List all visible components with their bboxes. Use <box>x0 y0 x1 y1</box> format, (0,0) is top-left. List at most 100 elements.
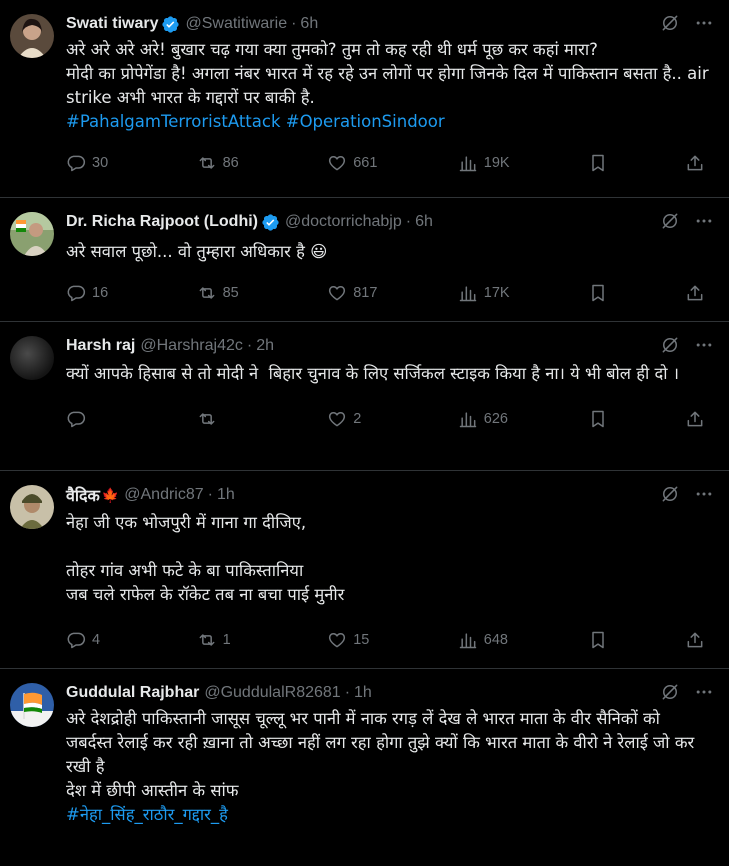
views-chart-icon <box>459 412 477 428</box>
tweet-actions: 2 626 <box>66 396 713 442</box>
reply-count: 4 <box>92 632 101 648</box>
hashtag-links[interactable]: #नेहा_सिंह_राठौर_गद्दार_है <box>66 803 713 827</box>
tweet[interactable]: Dr. Richa Rajpoot (Lodhi) @doctorrichabj… <box>0 198 729 322</box>
timestamp[interactable]: 1h <box>354 684 372 702</box>
avatar[interactable] <box>10 485 54 529</box>
author-handle[interactable]: @doctorrichabjp <box>285 213 402 231</box>
like-count: 817 <box>353 285 378 301</box>
share-button[interactable] <box>685 630 711 650</box>
tweet[interactable]: Swati tiwary @Swatitiwarie · 6h अरे अरे … <box>0 0 729 198</box>
bookmark-icon <box>592 410 605 428</box>
bookmark-button[interactable] <box>588 153 614 173</box>
share-button[interactable] <box>685 283 711 303</box>
author-name[interactable]: Harsh raj <box>66 337 135 355</box>
like-button[interactable]: 2 <box>327 409 387 429</box>
reply-icon <box>67 632 86 649</box>
repost-icon <box>199 634 215 646</box>
heart-icon <box>329 286 346 301</box>
reply-icon <box>67 155 86 172</box>
verified-badge-icon <box>161 15 180 34</box>
author-handle[interactable]: @Andric87 <box>124 486 203 504</box>
share-button[interactable] <box>685 153 711 173</box>
author-name[interactable]: वैदिक <box>66 484 100 506</box>
bookmark-button[interactable] <box>588 283 614 303</box>
reply-count: 16 <box>92 285 109 301</box>
reply-button[interactable] <box>66 409 126 429</box>
repost-count: 85 <box>222 285 239 301</box>
like-button[interactable]: 661 <box>327 153 387 173</box>
author-handle[interactable]: @Swatitiwarie <box>185 15 287 33</box>
tweet-actions: 4 1 15 648 <box>66 617 713 663</box>
like-button[interactable]: 15 <box>327 630 387 650</box>
bookmark-button[interactable] <box>588 409 614 429</box>
timestamp[interactable]: 6h <box>300 15 318 33</box>
author-name[interactable]: Guddulal Rajbhar <box>66 684 199 702</box>
reply-button[interactable]: 30 <box>66 153 126 173</box>
views-button[interactable]: 17K <box>458 283 518 303</box>
reply-button[interactable]: 16 <box>66 283 126 303</box>
views-button[interactable]: 626 <box>458 409 518 429</box>
grok-icon[interactable] <box>659 334 681 356</box>
more-options-icon[interactable] <box>693 12 715 34</box>
views-chart-icon <box>459 156 477 172</box>
author-name[interactable]: Swati tiwary <box>66 15 158 33</box>
heart-icon <box>329 633 346 648</box>
like-count: 15 <box>353 632 370 648</box>
tweet[interactable]: Guddulal Rajbhar @GuddulalR82681 · 1h अर… <box>0 669 729 866</box>
share-icon <box>687 155 703 171</box>
share-button[interactable] <box>685 409 711 429</box>
more-options-icon[interactable] <box>693 483 715 505</box>
repost-button[interactable]: 86 <box>197 153 257 173</box>
share-icon <box>687 285 703 301</box>
author-handle[interactable]: @GuddulalR82681 <box>204 684 340 702</box>
like-button[interactable]: 817 <box>327 283 387 303</box>
bookmark-button[interactable] <box>588 630 614 650</box>
grok-icon[interactable] <box>659 681 681 703</box>
like-count: 2 <box>353 411 362 427</box>
hashtag-links[interactable]: #PahalgamTerroristAttack #OperationSindo… <box>66 110 713 134</box>
repost-button[interactable] <box>197 409 257 429</box>
timestamp[interactable]: 6h <box>415 213 433 231</box>
timestamp[interactable]: 1h <box>217 486 235 504</box>
tweet[interactable]: Harsh raj @Harshraj42c · 2h क्यों आपके ह… <box>0 322 729 471</box>
bookmark-icon <box>592 154 605 172</box>
verified-badge-icon <box>261 213 280 232</box>
reply-count: 30 <box>92 155 109 171</box>
author-name[interactable]: Dr. Richa Rajpoot (Lodhi) <box>66 213 258 231</box>
more-options-icon[interactable] <box>693 210 715 232</box>
more-options-icon[interactable] <box>693 334 715 356</box>
tweet-text: अरे अरे अरे अरे! बुखार चढ़ गया क्या तुमक… <box>66 40 709 107</box>
more-options-icon[interactable] <box>693 681 715 703</box>
avatar[interactable] <box>10 683 54 727</box>
separator-dot: · <box>291 15 297 32</box>
separator-dot: · <box>246 337 253 354</box>
views-chart-icon <box>459 286 477 302</box>
views-button[interactable]: 648 <box>458 630 518 650</box>
grok-icon[interactable] <box>659 12 681 34</box>
views-count: 648 <box>483 632 508 648</box>
reply-button[interactable]: 4 <box>66 630 126 650</box>
tweet-text: क्यों आपके हिसाब से तो मोदी ने बिहार चुन… <box>66 364 680 383</box>
heart-icon <box>329 412 346 427</box>
reply-icon <box>67 285 86 302</box>
repost-button[interactable]: 1 <box>197 630 257 650</box>
repost-icon <box>199 157 215 169</box>
author-handle[interactable]: @Harshraj42c <box>140 337 243 355</box>
grok-icon[interactable] <box>659 210 681 232</box>
avatar[interactable] <box>10 212 54 256</box>
tweet-text: अरे देशद्रोही पाकिस्तानी जासूस चूल्लू भर… <box>66 709 695 800</box>
separator-dot: · <box>405 213 412 230</box>
repost-count: 1 <box>222 632 231 648</box>
views-count: 19K <box>483 155 510 171</box>
views-button[interactable]: 19K <box>458 153 518 173</box>
avatar[interactable] <box>10 14 54 58</box>
views-count: 626 <box>483 411 508 427</box>
grok-icon[interactable] <box>659 483 681 505</box>
share-icon <box>687 411 703 427</box>
tweet[interactable]: वैदिक 🍁 @Andric87 · 1h नेहा जी एक भोजपुर… <box>0 471 729 669</box>
timestamp[interactable]: 2h <box>256 337 274 355</box>
repost-button[interactable]: 85 <box>197 283 257 303</box>
heart-icon <box>329 156 346 171</box>
avatar[interactable] <box>10 336 54 380</box>
repost-icon <box>199 413 215 425</box>
